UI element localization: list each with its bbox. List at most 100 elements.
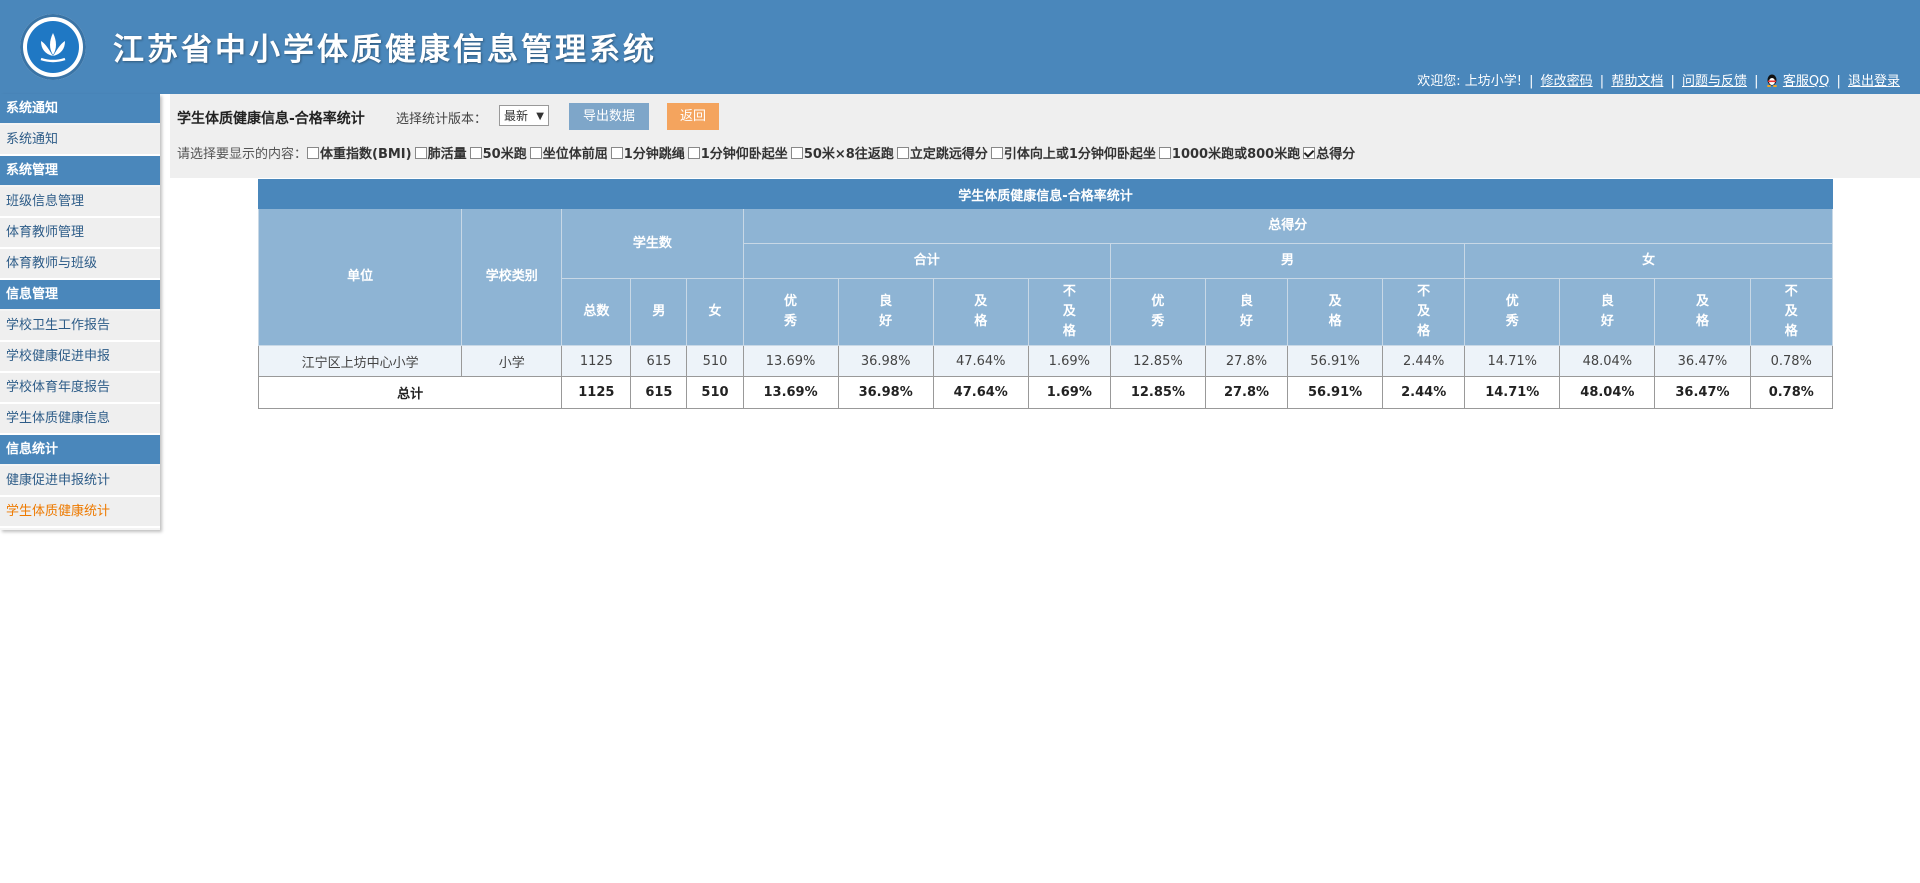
header-fail: 不 及 格	[1382, 278, 1466, 346]
filter-long-jump[interactable]: 立定跳远得分	[896, 143, 988, 162]
header-fail: 不 及 格	[1027, 278, 1111, 346]
cell-value: 1.69%	[1027, 345, 1111, 377]
cell-value: 0.78%	[1749, 376, 1833, 409]
filter-bmi[interactable]: 体重指数(BMI)	[307, 143, 412, 162]
header-excellent: 优 秀	[1464, 278, 1561, 346]
checkbox[interactable]	[610, 147, 623, 159]
header-good: 良 好	[837, 278, 934, 346]
change-password-link[interactable]: 修改密码	[1541, 74, 1593, 89]
filter-50m-run[interactable]: 50米跑	[469, 143, 527, 162]
header-male: 男	[1109, 243, 1466, 279]
header-good: 良 好	[1204, 278, 1289, 346]
filter-total-score[interactable]: 总得分	[1303, 143, 1355, 162]
feedback-link[interactable]: 问题与反馈	[1682, 74, 1747, 89]
filter-pull-ups[interactable]: 引体向上或1分钟仰卧起坐	[990, 143, 1156, 162]
sidebar-section-system[interactable]: 系统管理	[0, 156, 160, 185]
cell-value: 13.69%	[742, 376, 839, 409]
header-count-total: 总数	[561, 278, 632, 346]
checkbox[interactable]	[790, 147, 803, 159]
cell-value: 12.85%	[1109, 376, 1206, 409]
cell-value: 36.47%	[1654, 345, 1751, 377]
header-pass: 及 格	[1654, 278, 1751, 346]
checkbox[interactable]	[990, 147, 1003, 159]
cell-male: 615	[630, 376, 688, 409]
header-school-type: 学校类别	[461, 208, 563, 346]
sidebar-item-student-health[interactable]: 学生体质健康信息	[0, 404, 160, 435]
back-button[interactable]: 返回	[667, 103, 719, 130]
sidebar-item-pe-teachers[interactable]: 体育教师管理	[0, 218, 160, 249]
table-caption: 学生体质健康信息-合格率统计	[258, 179, 1833, 209]
header-female: 女	[1464, 243, 1833, 279]
cell-female: 510	[686, 345, 744, 377]
system-logo-icon	[20, 14, 86, 80]
filter-rope-skipping[interactable]: 1分钟跳绳	[610, 143, 685, 162]
export-button[interactable]: 导出数据	[569, 103, 649, 130]
top-header: 江苏省中小学体质健康信息管理系统 欢迎您: 上坊小学! | 修改密码 | 帮助文…	[0, 0, 1920, 94]
cell-value: 27.8%	[1204, 345, 1289, 377]
checkbox[interactable]	[529, 147, 542, 159]
cell-value: 36.47%	[1654, 376, 1751, 409]
filter-sit-and-reach[interactable]: 坐位体前屈	[529, 143, 608, 162]
checkbox-checked[interactable]	[1303, 147, 1316, 159]
cell-value: 14.71%	[1464, 345, 1561, 377]
header-good: 良 好	[1559, 278, 1656, 346]
sidebar-item-notice[interactable]: 系统通知	[0, 125, 160, 156]
cell-value: 36.98%	[837, 345, 934, 377]
checkbox[interactable]	[307, 147, 320, 159]
user-links-bar: 欢迎您: 上坊小学! | 修改密码 | 帮助文档 | 问题与反馈 | 客服QQ …	[1417, 74, 1900, 89]
table-row: 江宁区上坊中心小学 小学 1125 615 510 13.69% 36.98% …	[257, 345, 1833, 377]
page-title: 学生体质健康信息-合格率统计	[177, 111, 365, 127]
sidebar: 系统通知 系统通知 系统管理 班级信息管理 体育教师管理 体育教师与班级 信息管…	[0, 94, 160, 530]
cell-total: 1125	[561, 376, 632, 409]
header-fail: 不 及 格	[1749, 278, 1833, 346]
checkbox[interactable]	[896, 147, 909, 159]
sidebar-item-teacher-class[interactable]: 体育教师与班级	[0, 249, 160, 280]
sidebar-section-stats[interactable]: 信息统计	[0, 435, 160, 464]
checkbox[interactable]	[469, 147, 482, 159]
welcome-text: 欢迎您: 上坊小学!	[1417, 74, 1522, 89]
cell-value: 14.71%	[1464, 376, 1561, 409]
cell-value: 47.64%	[932, 345, 1029, 377]
version-select[interactable]: 最新 ▼	[499, 105, 549, 126]
checkbox[interactable]	[414, 147, 427, 159]
cell-value: 56.91%	[1287, 376, 1384, 409]
filter-shuttle-run[interactable]: 50米×8往返跑	[790, 143, 894, 162]
cell-value: 2.44%	[1382, 345, 1466, 377]
filter-lung-capacity[interactable]: 肺活量	[414, 143, 467, 162]
support-qq-link[interactable]: 客服QQ	[1783, 74, 1829, 89]
cell-value: 47.64%	[932, 376, 1029, 409]
logout-link[interactable]: 退出登录	[1848, 74, 1900, 89]
cell-value: 13.69%	[742, 345, 839, 377]
cell-value: 56.91%	[1287, 345, 1384, 377]
cell-value: 48.04%	[1559, 376, 1656, 409]
header-combined: 合计	[742, 243, 1111, 279]
header-count-male: 男	[630, 278, 688, 346]
sidebar-item-class-info[interactable]: 班级信息管理	[0, 187, 160, 218]
sidebar-section-notice[interactable]: 系统通知	[0, 94, 160, 123]
filter-sit-ups[interactable]: 1分钟仰卧起坐	[687, 143, 788, 162]
header-students: 学生数	[561, 208, 744, 279]
cell-male: 615	[630, 345, 688, 377]
help-docs-link[interactable]: 帮助文档	[1611, 74, 1663, 89]
sidebar-item-pe-annual-report[interactable]: 学校体育年度报告	[0, 373, 160, 404]
sidebar-item-student-health-stats[interactable]: 学生体质健康统计	[0, 497, 160, 528]
cell-value: 1.69%	[1027, 376, 1111, 409]
cell-value: 12.85%	[1109, 345, 1206, 377]
stats-table: 学生体质健康信息-合格率统计 单位 学校类别 学生数 总得分 合计 男 女 总数…	[257, 179, 1834, 409]
cell-total: 1125	[561, 345, 632, 377]
header-unit: 单位	[257, 208, 463, 346]
filter-endurance-run[interactable]: 1000米跑或800米跑	[1158, 143, 1300, 162]
table-total-row: 总计 1125 615 510 13.69% 36.98% 47.64% 1.6…	[257, 376, 1833, 409]
cell-value: 0.78%	[1749, 345, 1833, 377]
checkbox[interactable]	[1158, 147, 1171, 159]
header-pass: 及 格	[1287, 278, 1384, 346]
sidebar-item-promotion-stats[interactable]: 健康促进申报统计	[0, 466, 160, 497]
checkbox[interactable]	[687, 147, 700, 159]
cell-school-type: 小学	[461, 345, 563, 377]
sidebar-item-health-promotion[interactable]: 学校健康促进申报	[0, 342, 160, 373]
system-title: 江苏省中小学体质健康信息管理系统	[113, 32, 657, 68]
filter-row: 请选择要显示的内容： 体重指数(BMI) 肺活量 50米跑 坐位体前屈 1分钟跳绳 1分钟仰…	[177, 143, 1358, 162]
sidebar-section-info[interactable]: 信息管理	[0, 280, 160, 309]
sidebar-item-health-report[interactable]: 学校卫生工作报告	[0, 311, 160, 342]
header-excellent: 优 秀	[742, 278, 839, 346]
